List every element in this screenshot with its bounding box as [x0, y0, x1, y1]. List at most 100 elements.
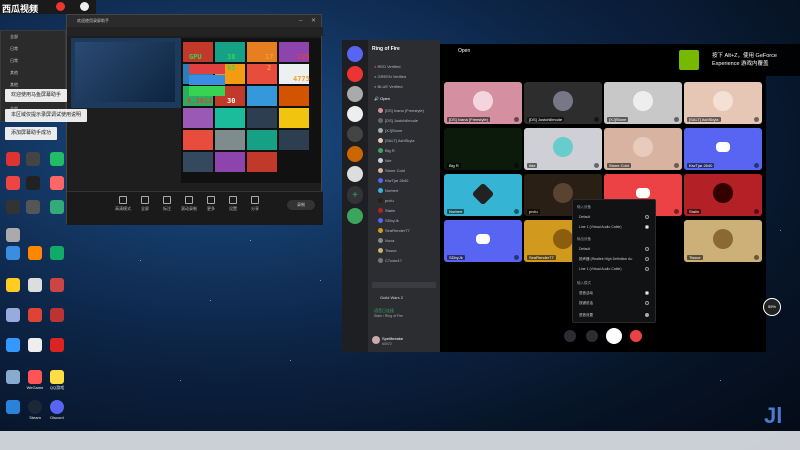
desktop-icon[interactable]: [2, 246, 24, 261]
server-icon[interactable]: [347, 126, 363, 142]
voice-user[interactable]: [SALT] AshSkyla: [378, 138, 415, 144]
desktop-icon[interactable]: [24, 246, 46, 261]
voice-user[interactable]: [DS] Justchillmode: [378, 118, 418, 124]
video-tile[interactable]: Tissue: [684, 220, 762, 262]
explore-icon[interactable]: [347, 208, 363, 224]
video-tile[interactable]: [DS] Justchillmode: [524, 82, 602, 124]
menu-item[interactable]: Line 1 (Virtual Audio Cable): [579, 225, 622, 229]
radio-icon[interactable]: [645, 247, 649, 251]
server-icon[interactable]: [347, 66, 363, 82]
desktop-icon[interactable]: [2, 370, 24, 385]
tool-button[interactable]: 更多: [203, 196, 219, 212]
discord-icon[interactable]: Discord: [46, 400, 68, 420]
desktop-icon[interactable]: [2, 152, 24, 167]
radio-icon[interactable]: [645, 291, 649, 295]
video-tile[interactable]: Ilde: [524, 128, 602, 170]
video-tile[interactable]: [SALT] AshSkyla: [684, 82, 762, 124]
voice-channel[interactable]: ● RED Verified: [374, 64, 400, 69]
menu-item[interactable]: 语音活动: [579, 291, 593, 296]
tool-button[interactable]: 分享: [247, 196, 263, 212]
voice-user[interactable]: Tissue: [378, 248, 397, 254]
radio-icon[interactable]: [645, 257, 649, 261]
video-tile[interactable]: SDbyJk: [444, 220, 522, 262]
desktop-icon[interactable]: QQ游戏: [46, 370, 68, 390]
guild-label[interactable]: Guild Wars 2: [380, 295, 403, 300]
close-icon[interactable]: ✕: [311, 18, 317, 24]
video-tile[interactable]: Stalin: [684, 174, 762, 216]
discord-home-icon[interactable]: [347, 46, 363, 62]
voice-user[interactable]: [DS] Ivana (Freestyle): [378, 108, 424, 114]
tool-button[interactable]: 全屏: [137, 196, 153, 212]
voice-user[interactable]: Big R: [378, 148, 395, 154]
desktop-icon[interactable]: [46, 246, 68, 261]
desktop-icon[interactable]: [46, 200, 68, 215]
menu-item[interactable]: Default: [579, 215, 590, 219]
tool-button[interactable]: 设置: [225, 196, 241, 212]
server-icon[interactable]: [347, 106, 363, 122]
voice-user[interactable]: KiwTjar 2640: [378, 178, 408, 184]
voice-user[interactable]: Stalin: [378, 208, 395, 214]
voice-channel[interactable]: ● GREEN Verified: [374, 74, 406, 79]
video-tile[interactable]: KiwTjar 2640: [684, 128, 762, 170]
avatar[interactable]: [56, 2, 65, 11]
tool-button[interactable]: 滚动录制: [181, 196, 197, 212]
menu-item[interactable]: Default: [579, 247, 590, 251]
video-tile[interactable]: Stone Cold: [604, 128, 682, 170]
voice-user[interactable]: SeaRender77: [378, 228, 410, 234]
radio-icon[interactable]: [645, 215, 649, 219]
desktop-icon[interactable]: [2, 400, 24, 415]
desktop-icon[interactable]: [46, 338, 68, 353]
menu-item[interactable]: 其他: [1, 67, 65, 79]
menu-item[interactable]: 按键说话: [579, 301, 593, 306]
menu-item[interactable]: Line 1 (Virtual Audio Cable): [579, 267, 622, 271]
voice-user[interactable]: prclu: [378, 198, 394, 204]
desktop-icon[interactable]: [24, 338, 46, 353]
voice-user[interactable]: [XJ]Stone: [378, 128, 402, 134]
desktop-icon[interactable]: [2, 308, 24, 323]
mic-button[interactable]: [606, 328, 622, 344]
user-avatar[interactable]: [372, 336, 380, 344]
voice-user[interactable]: SDbyJk: [378, 218, 399, 224]
desktop-icon[interactable]: [22, 152, 44, 167]
radio-icon[interactable]: [645, 225, 649, 229]
video-tile[interactable]: [DS] Ivana (Freestyle): [444, 82, 522, 124]
voice-channel-open[interactable]: 🔊 Open: [374, 96, 390, 101]
voice-user[interactable]: Stone Cold: [378, 168, 405, 174]
desktop-icon[interactable]: [24, 308, 46, 323]
video-tile[interactable]: Norbert: [444, 174, 522, 216]
radio-icon[interactable]: [645, 267, 649, 271]
radio-icon[interactable]: [645, 301, 649, 305]
record-button[interactable]: 录制: [287, 200, 315, 210]
hangup-button[interactable]: [630, 330, 642, 342]
desktop-icon[interactable]: [46, 176, 68, 191]
menu-item[interactable]: 日常: [1, 55, 65, 67]
tool-button[interactable]: 高清模式: [115, 196, 131, 212]
gear-icon[interactable]: [645, 313, 649, 317]
steam-icon[interactable]: Steam: [24, 400, 46, 420]
desktop-icon[interactable]: [22, 176, 44, 191]
desktop-icon[interactable]: [2, 228, 24, 243]
video-tile[interactable]: Big R: [444, 128, 522, 170]
server-banner[interactable]: [372, 282, 436, 288]
desktop-icon[interactable]: WeGame: [24, 370, 46, 390]
voice-user[interactable]: Ilde: [378, 158, 391, 164]
user-icon[interactable]: [80, 2, 89, 11]
desktop-icon[interactable]: [46, 152, 68, 167]
desktop-icon[interactable]: [2, 278, 24, 293]
desktop-icon[interactable]: [2, 176, 24, 191]
minimize-icon[interactable]: –: [299, 18, 305, 24]
server-icon[interactable]: [347, 146, 363, 162]
voice-channel[interactable]: ● BLUE Verified: [374, 84, 402, 89]
voice-user[interactable]: Nova: [378, 238, 394, 244]
menu-item[interactable]: 日常: [1, 43, 65, 55]
desktop-icon[interactable]: [46, 278, 68, 293]
desktop-icon[interactable]: [24, 278, 46, 293]
screen-share-button[interactable]: [586, 330, 598, 342]
desktop-icon[interactable]: [46, 308, 68, 323]
camera-button[interactable]: [564, 330, 576, 342]
menu-item[interactable]: 扬声器 (Realtek High Definition Au: [579, 257, 632, 262]
menu-item[interactable]: 全部: [1, 31, 65, 43]
server-icon[interactable]: [347, 166, 363, 182]
voice-user[interactable]: C7cwn4?: [378, 258, 402, 264]
menu-item[interactable]: 语音设置: [579, 313, 593, 318]
